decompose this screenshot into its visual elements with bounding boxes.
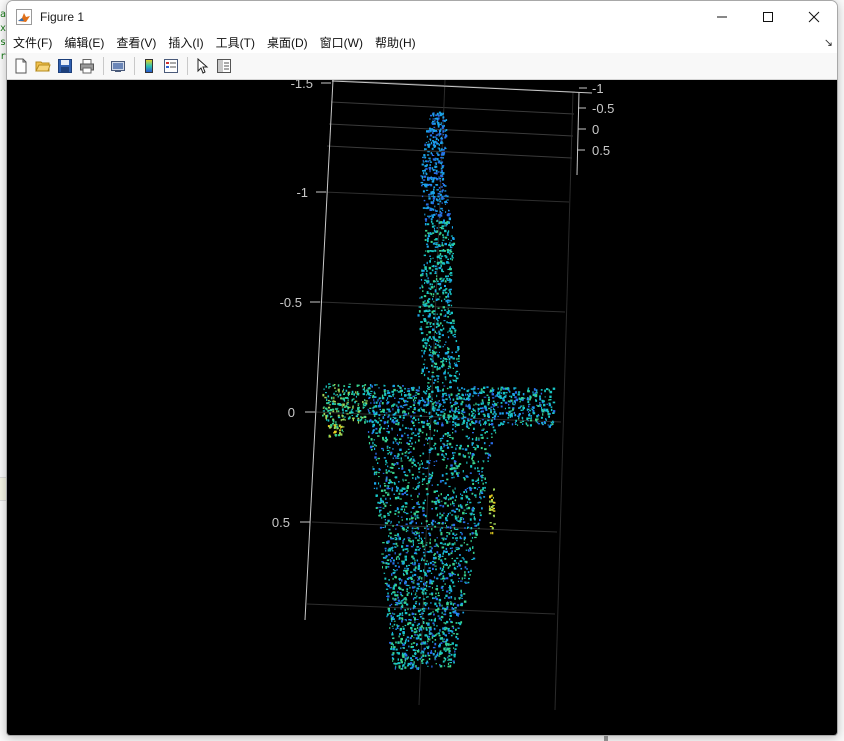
dock-arrow-icon[interactable]: ↘ [824, 36, 833, 49]
open-file-button[interactable] [33, 56, 53, 76]
menu-insert[interactable]: 插入(I) [162, 33, 209, 53]
menu-tools[interactable]: 工具(T) [210, 33, 261, 53]
open-file-icon [35, 61, 51, 72]
print-button[interactable] [77, 56, 97, 76]
menu-file[interactable]: 文件(F) [7, 33, 58, 53]
property-inspector-icon [217, 59, 231, 73]
maximize-button[interactable] [745, 1, 791, 33]
left-tick-label: -1 [296, 185, 308, 200]
figure-window: Figure 1 文件(F) 编辑(E) 查看(V) 插入(I) 工具(T) 桌… [6, 0, 838, 736]
point-cloud-plot[interactable]: -1.5 -1 -0.5 0 0.5 -1 -0.5 0 0.5 [7, 80, 837, 735]
link-plot-button[interactable] [108, 56, 128, 76]
left-axis-ticks: -1.5 -1 -0.5 0 0.5 [272, 80, 331, 530]
property-inspector-button[interactable] [214, 56, 234, 76]
menu-edit[interactable]: 编辑(E) [58, 33, 110, 53]
title-bar[interactable]: Figure 1 [7, 1, 837, 33]
new-figure-icon [15, 58, 27, 74]
menu-desktop[interactable]: 桌面(D) [261, 33, 314, 53]
toolbar-separator [103, 57, 104, 75]
insert-legend-icon [164, 59, 178, 73]
edit-plot-button[interactable] [192, 56, 212, 76]
left-tick-label: 0 [288, 405, 295, 420]
toolbar-separator [187, 57, 188, 75]
right-tick-label: 0.5 [592, 143, 610, 158]
menu-view[interactable]: 查看(V) [110, 33, 162, 53]
insert-colorbar-icon [145, 59, 153, 73]
right-tick-label: -0.5 [592, 101, 614, 116]
left-tick-label: -0.5 [280, 295, 302, 310]
menu-help[interactable]: 帮助(H) [369, 33, 422, 53]
new-figure-button[interactable] [11, 56, 31, 76]
axes-canvas[interactable]: -1.5 -1 -0.5 0 0.5 -1 -0.5 0 0.5 [7, 80, 837, 735]
right-tick-label: 0 [592, 122, 599, 137]
maximize-icon [763, 12, 773, 22]
figure-toolbar [7, 53, 837, 80]
minimize-icon [717, 16, 727, 18]
save-icon [58, 59, 72, 73]
toolbar-separator [134, 57, 135, 75]
menu-window[interactable]: 窗口(W) [314, 33, 369, 53]
point-cloud-points [322, 111, 556, 670]
save-button[interactable] [55, 56, 75, 76]
close-button[interactable] [791, 1, 837, 33]
menu-bar: 文件(F) 编辑(E) 查看(V) 插入(I) 工具(T) 桌面(D) 窗口(W… [7, 33, 837, 53]
matlab-logo-icon [16, 9, 32, 25]
left-tick-label: -1.5 [291, 80, 313, 91]
insert-colorbar-button[interactable] [139, 56, 159, 76]
close-icon [808, 11, 820, 23]
window-title: Figure 1 [40, 10, 85, 24]
minimize-button[interactable] [699, 1, 745, 33]
print-icon [80, 59, 94, 74]
left-tick-label: 0.5 [272, 515, 290, 530]
insert-legend-button[interactable] [161, 56, 181, 76]
edit-plot-arrow-icon [197, 58, 209, 74]
link-plot-icon [111, 61, 125, 72]
right-tick-label: -1 [592, 81, 604, 96]
